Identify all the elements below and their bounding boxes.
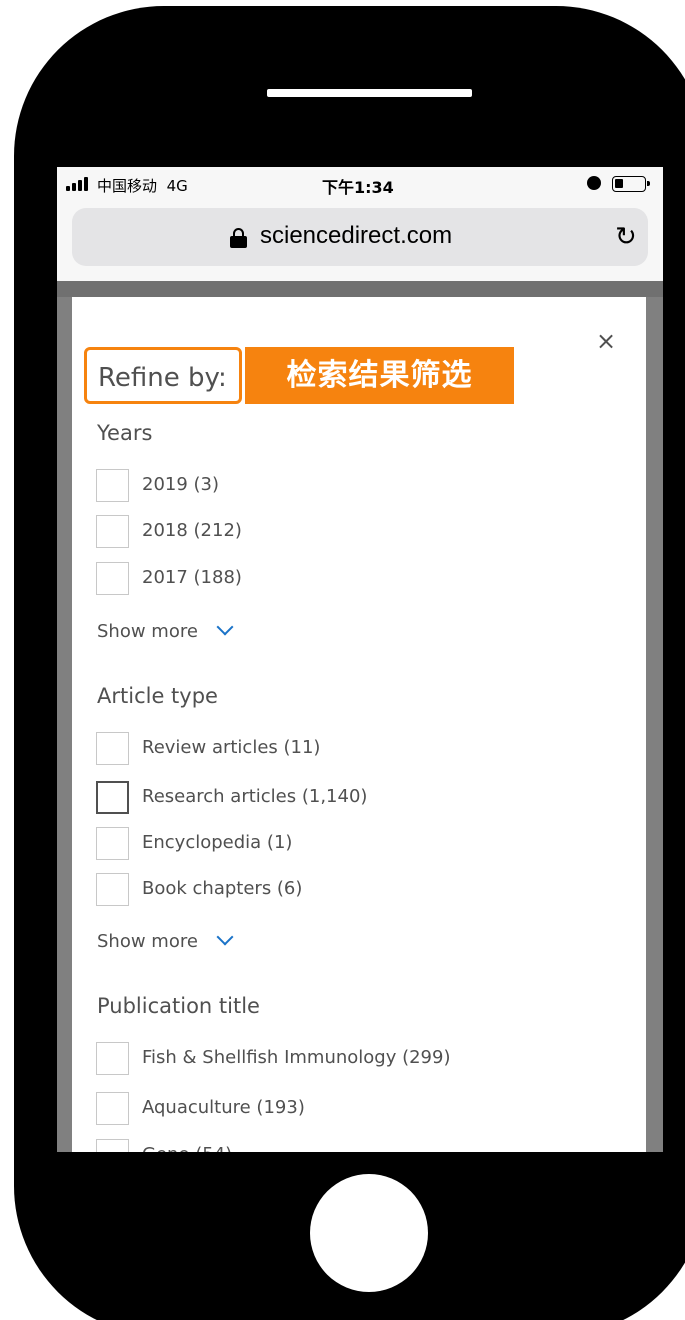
alarm-icon (587, 176, 601, 190)
screen: 中国移动 4G 下午1:34 sciencedirect.com ↻ × Ref… (57, 167, 663, 1152)
close-icon[interactable]: × (596, 327, 616, 355)
clock: 下午1:34 (322, 178, 394, 197)
option-label: Review articles (11) (142, 737, 321, 758)
speaker-slot (267, 89, 472, 97)
annotation-label: 检索结果筛选 (245, 347, 514, 404)
checkbox[interactable] (96, 469, 129, 502)
checkbox[interactable] (96, 873, 129, 906)
option-label: Encyclopedia (1) (142, 832, 293, 853)
refine-modal: × Refine by: 检索结果筛选 Years 2019 (3) 2018 … (72, 297, 646, 1152)
page-overlay (57, 281, 663, 297)
status-bar: 中国移动 4G 下午1:34 (57, 167, 663, 203)
browser-toolbar: sciencedirect.com ↻ (57, 203, 663, 281)
checkbox[interactable] (96, 732, 129, 765)
chevron-down-icon[interactable] (216, 928, 234, 946)
option-label: Fish & Shellfish Immunology (299) (142, 1047, 451, 1068)
checkbox[interactable] (96, 781, 129, 814)
option-label: 2017 (188) (142, 567, 242, 588)
checkbox[interactable] (96, 562, 129, 595)
reload-icon[interactable]: ↻ (615, 222, 637, 252)
checkbox[interactable] (96, 515, 129, 548)
network-label: 4G (166, 177, 188, 195)
show-more-article-type[interactable]: Show more (97, 931, 198, 952)
carrier-label: 中国移动 4G (97, 177, 188, 195)
option-label: 2018 (212) (142, 520, 242, 541)
option-label: Aquaculture (193) (142, 1097, 305, 1118)
option-label: Book chapters (6) (142, 878, 303, 899)
lock-icon (230, 228, 247, 248)
option-label: Research articles (1,140) (142, 786, 368, 807)
chevron-down-icon[interactable] (216, 618, 234, 636)
section-title-article-type: Article type (97, 684, 218, 708)
section-title-publication: Publication title (97, 994, 260, 1018)
signal-icon (66, 177, 92, 191)
address-bar[interactable]: sciencedirect.com ↻ (72, 208, 648, 266)
refine-title: Refine by: (98, 363, 227, 393)
section-title-years: Years (97, 421, 153, 445)
home-button[interactable] (310, 1174, 428, 1292)
option-label: 2019 (3) (142, 474, 220, 495)
url-text: sciencedirect.com (260, 222, 453, 249)
checkbox[interactable] (96, 1092, 129, 1125)
option-label: Gene (54) (142, 1144, 232, 1152)
checkbox[interactable] (96, 827, 129, 860)
checkbox[interactable] (96, 1139, 129, 1152)
checkbox[interactable] (96, 1042, 129, 1075)
battery-icon (612, 176, 650, 192)
show-more-years[interactable]: Show more (97, 621, 198, 642)
